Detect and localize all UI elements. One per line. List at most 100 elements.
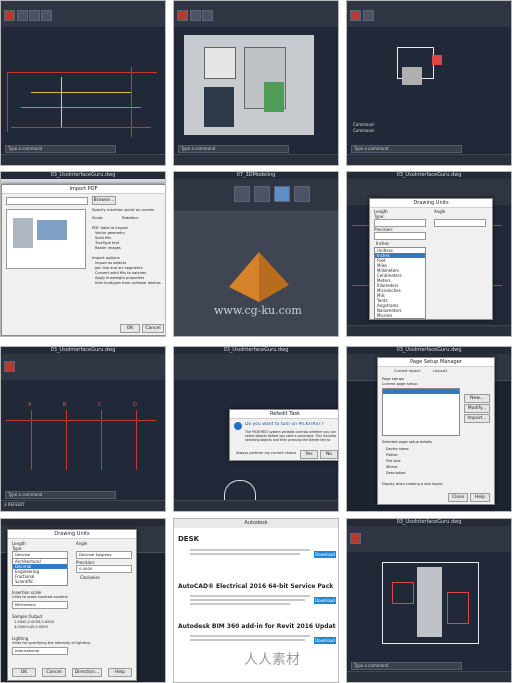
list-item[interactable] bbox=[383, 389, 459, 394]
infer-linetypes-checkbox[interactable]: Infer linetypes from collinear dashes bbox=[95, 281, 163, 285]
ribbon bbox=[1, 354, 165, 381]
ok-button[interactable]: OK bbox=[120, 324, 140, 333]
line-tool-icon[interactable] bbox=[17, 10, 28, 21]
pdf-preview bbox=[6, 209, 86, 269]
truetype-text-checkbox[interactable]: TrueType text bbox=[95, 241, 119, 245]
window-title: 03_UsoInterfaceGuru.dwg bbox=[396, 172, 462, 178]
help-button[interactable]: Help bbox=[108, 668, 132, 677]
precision-select[interactable]: 0.0000 bbox=[76, 565, 132, 573]
tile-import-pdf: 03_UsoInterfaceGuru.dwg Import PDF Brows… bbox=[0, 171, 166, 337]
clockwise-checkbox[interactable]: Clockwise bbox=[80, 575, 100, 580]
watermark-text: 人人素材 bbox=[244, 652, 300, 668]
ok-button[interactable]: OK bbox=[12, 668, 36, 677]
modify-button[interactable]: Modify... bbox=[464, 404, 490, 413]
join-segments-checkbox[interactable]: Join line and arc segments bbox=[95, 266, 143, 270]
drawing-units-dialog: Drawing Units Length Angle Type: Precisi… bbox=[369, 198, 493, 320]
file-path-field[interactable] bbox=[6, 197, 88, 205]
command-line[interactable]: Type a command bbox=[5, 145, 116, 153]
command-line[interactable]: Type a command bbox=[178, 145, 289, 153]
convert-hatches-checkbox[interactable]: Convert solid fills to hatches bbox=[95, 271, 146, 275]
sample-line-2: 3.0000<45,0.0000 bbox=[14, 625, 48, 629]
tile-autodesk-updates: Autodesk DESK Download AutoCAD® Electric… bbox=[173, 518, 339, 683]
a-icon[interactable] bbox=[350, 10, 361, 21]
page-setups-list[interactable] bbox=[382, 388, 460, 436]
sample-line-1: 1.5000,2.0039,0.0000 bbox=[14, 620, 55, 624]
a-icon[interactable] bbox=[350, 533, 361, 544]
plot-size-label: Plot size: bbox=[386, 459, 402, 463]
length-type-value: Decimal bbox=[15, 552, 31, 557]
status-bar bbox=[347, 154, 511, 165]
current-page-setup-label: Current page setup: bbox=[382, 382, 419, 386]
download-button[interactable]: Download bbox=[314, 551, 336, 558]
units-dropdown-list[interactable]: Unitless Inches Feet Miles Millimeters C… bbox=[374, 247, 426, 319]
extrude-tool-icon[interactable] bbox=[254, 186, 270, 202]
plotter-label: Plotter: bbox=[386, 453, 399, 457]
tab-bar bbox=[1, 519, 165, 526]
command-line[interactable]: Type a command bbox=[351, 662, 462, 670]
lighting-select[interactable]: International bbox=[12, 647, 68, 655]
dialog-title: Import PDF bbox=[2, 185, 165, 194]
browse-button[interactable]: Browse... bbox=[92, 196, 116, 205]
drawing-canvas[interactable] bbox=[174, 27, 338, 155]
raster-images-checkbox[interactable]: Raster images bbox=[95, 246, 121, 250]
lighting-value: International bbox=[15, 648, 40, 653]
a-icon[interactable] bbox=[4, 361, 15, 372]
direction-button[interactable]: Direction... bbox=[72, 668, 102, 677]
list-item[interactable]: Microns bbox=[375, 313, 425, 318]
window-title: Autodesk bbox=[244, 520, 268, 526]
cancel-button[interactable]: Cancel bbox=[42, 668, 66, 677]
insertion-value: Millimeters bbox=[15, 602, 36, 607]
vector-geometry-checkbox[interactable]: Vector geometry bbox=[95, 231, 125, 235]
drawing-canvas[interactable] bbox=[1, 27, 165, 155]
import-as-objects-checkbox[interactable]: Import as objects bbox=[95, 261, 126, 265]
status-bar bbox=[174, 154, 338, 165]
insertion-scale-select[interactable]: Millimeters bbox=[12, 601, 68, 609]
a-icon[interactable] bbox=[177, 10, 188, 21]
command-line[interactable]: Type a command bbox=[5, 491, 116, 499]
new-button[interactable]: New... bbox=[464, 394, 490, 403]
circle-tool-icon[interactable] bbox=[41, 10, 52, 21]
help-button[interactable]: Help bbox=[470, 493, 490, 502]
precision-select[interactable] bbox=[374, 232, 426, 240]
option-insertion[interactable]: Specify insertion point on-screen bbox=[92, 207, 162, 212]
line-tool-icon[interactable] bbox=[190, 10, 201, 21]
drawing-canvas[interactable] bbox=[347, 552, 511, 672]
where-label: Where: bbox=[386, 465, 399, 469]
insertion-text: Units to scale inserted content: bbox=[12, 595, 69, 599]
pyramid-model[interactable] bbox=[224, 247, 294, 307]
display-checkbox[interactable]: Display when creating a new layout bbox=[382, 482, 443, 486]
list-item[interactable]: Scientific bbox=[13, 579, 67, 584]
solid-fills-checkbox[interactable]: Solid fills bbox=[95, 236, 111, 240]
length-type-dropdown[interactable]: Architectural Decimal Engineering Fracti… bbox=[12, 558, 68, 586]
close-button[interactable]: Close bbox=[448, 493, 468, 502]
download-button[interactable]: Download bbox=[314, 597, 336, 604]
dialog-title: Drawing Units bbox=[8, 530, 136, 539]
box-tool-icon[interactable] bbox=[234, 186, 250, 202]
no-button[interactable]: No bbox=[320, 450, 338, 459]
length-type-select[interactable] bbox=[374, 219, 426, 227]
yes-button[interactable]: Yes bbox=[300, 450, 318, 459]
ribbon bbox=[347, 526, 511, 553]
a-icon[interactable] bbox=[4, 10, 15, 21]
angle-type-select[interactable] bbox=[434, 219, 486, 227]
cone-tool-icon[interactable] bbox=[274, 186, 290, 202]
details-label: Selected page setup details bbox=[382, 440, 433, 444]
sphere-tool-icon[interactable] bbox=[294, 186, 310, 202]
polyline-tool-icon[interactable] bbox=[29, 10, 40, 21]
command-line[interactable]: Type a command bbox=[351, 145, 462, 153]
always-checkbox[interactable]: Always perform my current choice bbox=[236, 451, 296, 455]
import-button[interactable]: Import... bbox=[464, 414, 490, 423]
drawing-canvas[interactable]: A B C D bbox=[1, 380, 165, 501]
update-title[interactable]: Autodesk BIM 360 add-in for Revit 2016 U… bbox=[178, 623, 336, 630]
lineweight-checkbox[interactable]: Apply lineweight properties bbox=[95, 276, 144, 280]
move-tool-icon[interactable] bbox=[202, 10, 213, 21]
angle-type-select[interactable]: Decimal Degrees bbox=[76, 551, 132, 559]
drawing-canvas[interactable]: Command: Command: bbox=[347, 27, 511, 155]
line-tool-icon[interactable] bbox=[363, 10, 374, 21]
download-button[interactable]: Download bbox=[314, 637, 336, 644]
update-title[interactable]: AutoCAD® Electrical 2016 64-bit Service … bbox=[178, 583, 336, 590]
brand-text: DESK bbox=[178, 535, 200, 543]
cancel-button[interactable]: Cancel bbox=[142, 324, 164, 333]
dialog-title: Page Setup Manager bbox=[378, 358, 494, 367]
window-title: 03_UsoInterfaceGuru.dwg bbox=[396, 347, 462, 353]
